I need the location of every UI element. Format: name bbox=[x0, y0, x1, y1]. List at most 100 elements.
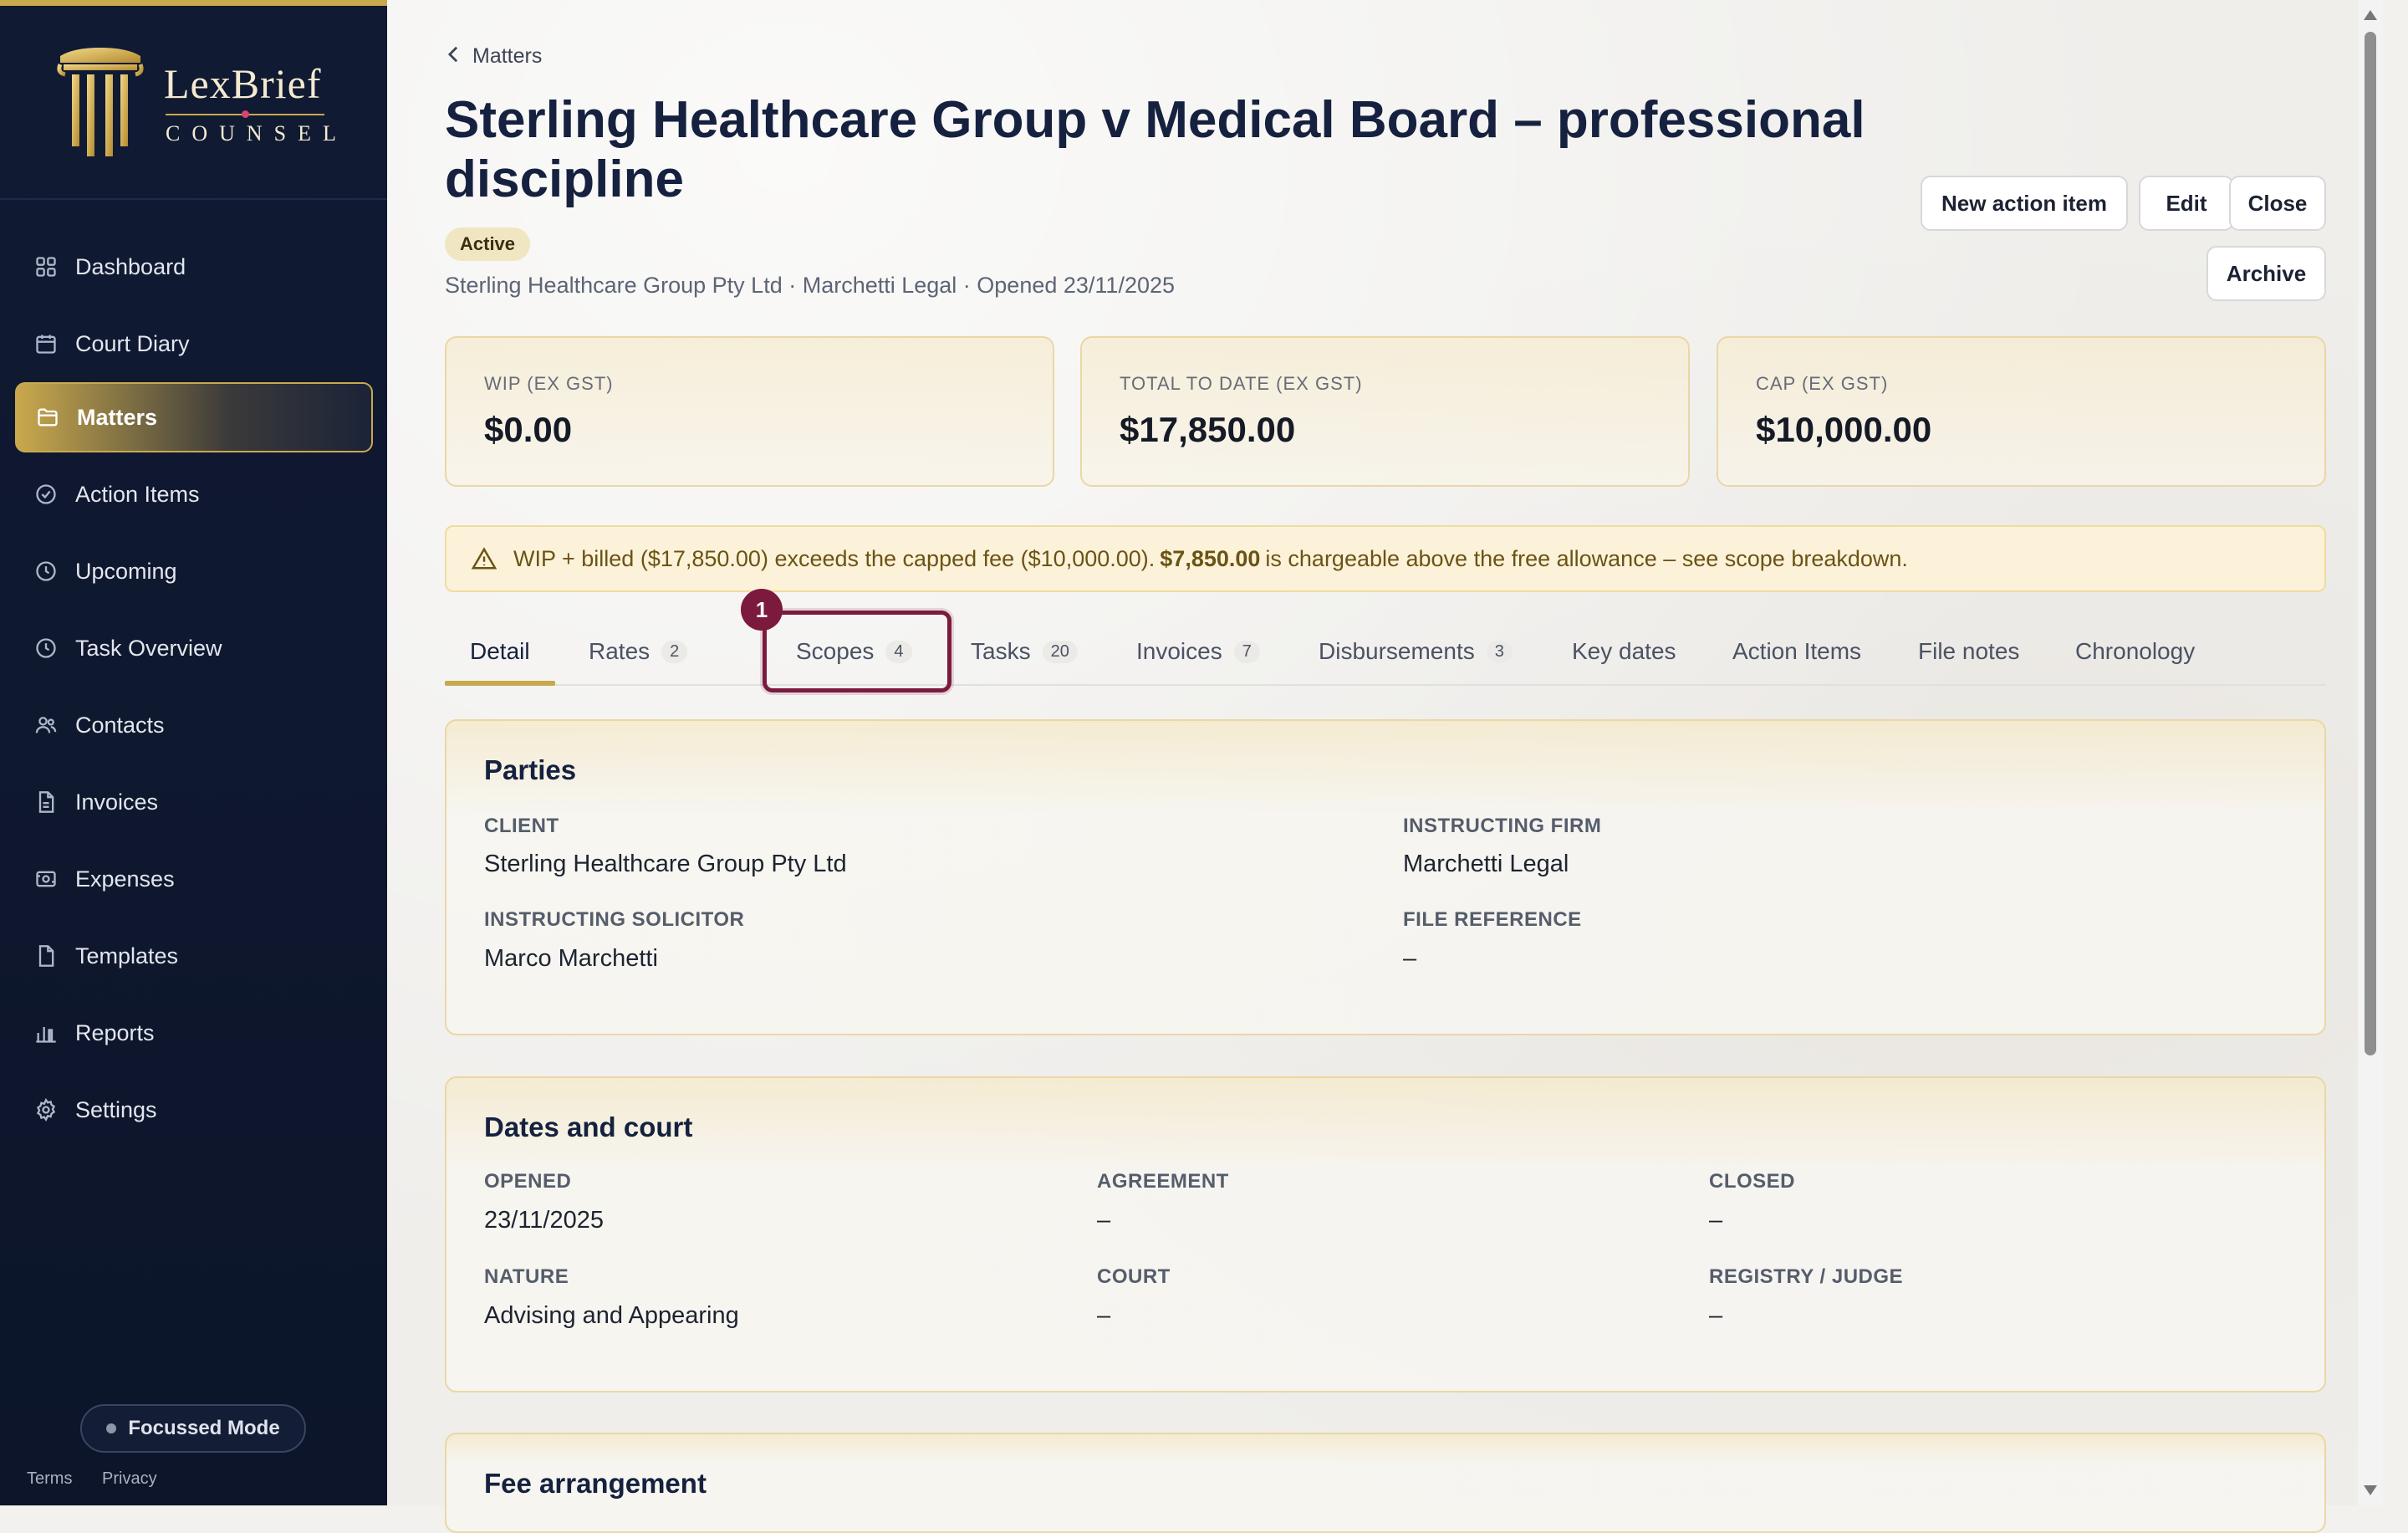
sidebar-item-label: Settings bbox=[75, 1096, 157, 1122]
agreement-value: – bbox=[1097, 1207, 1111, 1234]
sidebar-item-settings[interactable]: Settings bbox=[15, 1075, 373, 1145]
registry-judge-label: REGISTRY / JUDGE bbox=[1709, 1265, 1904, 1288]
sidebar-item-court-diary[interactable]: Court Diary bbox=[15, 309, 373, 379]
stat-value: $10,000.00 bbox=[1756, 410, 1932, 449]
sidebar-item-expenses[interactable]: Expenses bbox=[15, 844, 373, 914]
folder-icon bbox=[35, 405, 60, 430]
tab-file-notes[interactable]: File notes bbox=[1918, 619, 2019, 684]
sidebar-item-reports[interactable]: Reports bbox=[15, 998, 373, 1068]
scroll-up-arrow-icon[interactable] bbox=[2364, 10, 2377, 20]
fee-arrangement-panel: Fee arrangement bbox=[445, 1433, 2326, 1533]
tab-label: File notes bbox=[1918, 638, 2020, 664]
file-icon bbox=[33, 943, 59, 968]
registry-judge-value: – bbox=[1709, 1302, 1723, 1329]
sidebar-item-label: Templates bbox=[75, 943, 179, 968]
wip-card: WIP (EX GST) $0.00 bbox=[445, 336, 1054, 487]
tab-detail[interactable]: Detail bbox=[445, 619, 555, 686]
terms-link[interactable]: Terms bbox=[27, 1469, 72, 1488]
parties-panel: Parties CLIENT Sterling Healthcare Group… bbox=[445, 719, 2326, 1035]
new-action-item-button[interactable]: New action item bbox=[1921, 176, 2128, 231]
close-button[interactable]: Close bbox=[2229, 176, 2326, 231]
alert-amount: $7,850.00 bbox=[1160, 545, 1261, 571]
instructing-firm-value: Marchetti Legal bbox=[1403, 851, 1569, 877]
sidebar-item-upcoming[interactable]: Upcoming bbox=[15, 536, 373, 606]
scopes-tab-highlight bbox=[763, 611, 951, 692]
sidebar-item-label: Dashboard bbox=[75, 253, 186, 279]
sidebar-item-label: Matters bbox=[77, 404, 158, 430]
calendar-icon bbox=[33, 331, 59, 356]
scroll-down-arrow-icon[interactable] bbox=[2364, 1485, 2377, 1495]
brand-dot bbox=[242, 110, 249, 118]
tab-key-dates[interactable]: Key dates bbox=[1572, 619, 1676, 684]
bar-chart-icon bbox=[33, 1020, 59, 1045]
document-icon bbox=[33, 789, 59, 815]
chevron-left-icon bbox=[446, 43, 461, 69]
stat-value: $17,850.00 bbox=[1120, 410, 1296, 449]
tab-tasks[interactable]: Tasks 20 bbox=[971, 619, 1078, 684]
instructing-solicitor-label: INSTRUCTING SOLICITOR bbox=[484, 908, 745, 931]
instructing-solicitor-value: Marco Marchetti bbox=[484, 945, 658, 972]
scrollbar-thumb[interactable] bbox=[2365, 32, 2376, 1055]
footer-links: Terms Privacy bbox=[27, 1469, 182, 1489]
check-circle-icon bbox=[33, 482, 59, 507]
focussed-mode-label: Focussed Mode bbox=[128, 1417, 280, 1439]
sidebar: LexBrief COUNSEL Dashboard Court Diary M… bbox=[0, 0, 387, 1505]
sidebar-item-action-items[interactable]: Action Items bbox=[15, 459, 373, 529]
sidebar-item-label: Task Overview bbox=[75, 635, 222, 661]
sidebar-item-label: Action Items bbox=[75, 481, 200, 507]
breadcrumb-matters-link[interactable]: Matters bbox=[472, 44, 542, 69]
total-to-date-card: TOTAL TO DATE (EX GST) $17,850.00 bbox=[1080, 336, 1690, 487]
sidebar-item-label: Reports bbox=[75, 1019, 155, 1045]
file-reference-label: FILE REFERENCE bbox=[1403, 908, 1582, 931]
file-reference-value: – bbox=[1403, 945, 1417, 972]
instructing-firm-label: INSTRUCTING FIRM bbox=[1403, 815, 1602, 837]
stat-label: CAP (EX GST) bbox=[1756, 373, 1889, 394]
tab-label: Action Items bbox=[1732, 638, 1862, 664]
client-label: CLIENT bbox=[484, 815, 559, 837]
privacy-link[interactable]: Privacy bbox=[102, 1469, 157, 1488]
tab-chronology[interactable]: Chronology bbox=[2075, 619, 2195, 684]
grid-icon bbox=[33, 254, 59, 279]
page-title: Sterling Healthcare Group v Medical Boar… bbox=[445, 91, 1865, 208]
brand-logo[interactable]: LexBrief COUNSEL bbox=[0, 6, 387, 200]
focussed-mode-toggle[interactable]: Focussed Mode bbox=[80, 1404, 306, 1453]
nature-label: NATURE bbox=[484, 1265, 569, 1288]
closed-value: – bbox=[1709, 1207, 1723, 1234]
vertical-scrollbar[interactable] bbox=[2358, 0, 2383, 1505]
alert-prefix: WIP + billed ($17,850.00) exceeds the ca… bbox=[513, 545, 1156, 571]
matter-meta: Sterling Healthcare Group Pty Ltd · Marc… bbox=[445, 273, 1176, 298]
sidebar-item-label: Expenses bbox=[75, 866, 175, 892]
sidebar-item-matters[interactable]: Matters bbox=[15, 382, 373, 452]
panel-title: Dates and court bbox=[484, 1111, 693, 1142]
brand-name: LexBrief bbox=[164, 60, 322, 107]
breadcrumb[interactable]: Matters bbox=[446, 43, 542, 69]
brand-subtitle: COUNSEL bbox=[166, 121, 348, 146]
cap-exceeded-alert: WIP + billed ($17,850.00) exceeds the ca… bbox=[445, 525, 2326, 592]
tab-label: Rates bbox=[589, 638, 650, 664]
sidebar-item-label: Court Diary bbox=[75, 330, 190, 356]
sidebar-item-invoices[interactable]: Invoices bbox=[15, 767, 373, 837]
status-badge: Active bbox=[445, 227, 531, 261]
sidebar-item-templates[interactable]: Templates bbox=[15, 921, 373, 991]
court-label: COURT bbox=[1097, 1265, 1171, 1288]
sidebar-item-contacts[interactable]: Contacts bbox=[15, 690, 373, 760]
tab-label: Detail bbox=[470, 638, 530, 664]
stat-value: $0.00 bbox=[484, 410, 573, 449]
sidebar-item-label: Upcoming bbox=[75, 558, 177, 584]
tab-count: 7 bbox=[1233, 640, 1260, 663]
opened-label: OPENED bbox=[484, 1170, 572, 1193]
sidebar-item-dashboard[interactable]: Dashboard bbox=[15, 232, 373, 302]
tab-action-items[interactable]: Action Items bbox=[1732, 619, 1861, 684]
sidebar-item-task-overview[interactable]: Task Overview bbox=[15, 613, 373, 683]
tab-rates[interactable]: Rates 2 bbox=[589, 619, 688, 684]
tab-disbursements[interactable]: Disbursements 3 bbox=[1319, 619, 1513, 684]
panel-title: Fee arrangement bbox=[484, 1468, 707, 1499]
receipt-icon bbox=[33, 866, 59, 892]
gear-icon bbox=[33, 1097, 59, 1122]
edit-button[interactable]: Edit bbox=[2139, 176, 2234, 231]
tab-label: Chronology bbox=[2075, 638, 2196, 664]
tab-invoices[interactable]: Invoices 7 bbox=[1136, 619, 1260, 684]
tab-label: Key dates bbox=[1572, 638, 1676, 664]
archive-button[interactable]: Archive bbox=[2206, 246, 2326, 301]
status-dot-icon bbox=[106, 1423, 117, 1433]
